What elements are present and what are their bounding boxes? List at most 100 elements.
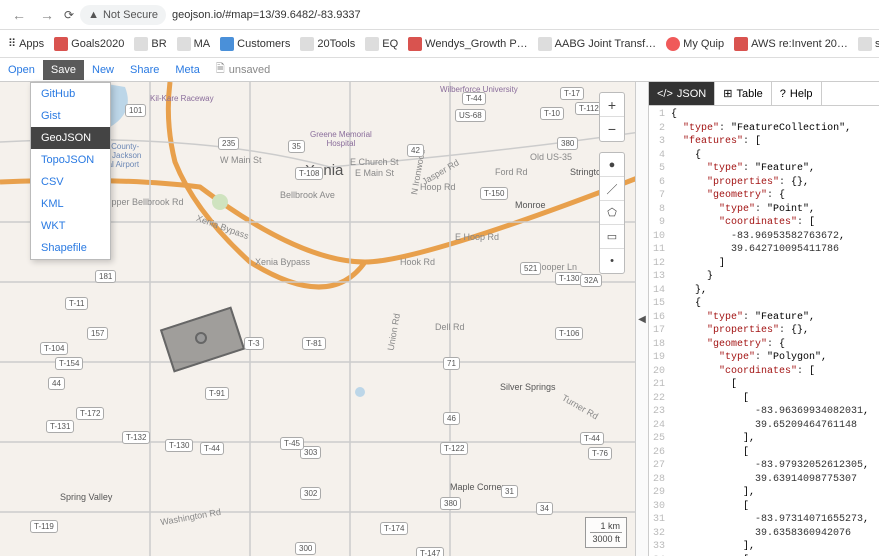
route-shield: T-44 — [580, 432, 604, 445]
road-label: Upper Bellbrook Rd — [105, 197, 184, 207]
route-shield: T-44 — [200, 442, 224, 455]
route-shield: T-76 — [588, 447, 612, 460]
bookmark-item[interactable]: BR — [134, 37, 166, 51]
route-shield: T-132 — [122, 431, 150, 444]
bookmarks-bar: ⠿Apps Goals2020 BR MA Customers 20Tools … — [0, 30, 879, 58]
folder-icon — [220, 37, 234, 51]
route-shield: T-104 — [40, 342, 68, 355]
save-kml[interactable]: KML — [31, 193, 110, 215]
panel-divider[interactable]: ◀ — [635, 82, 649, 556]
tab-json[interactable]: </>JSON — [649, 82, 715, 105]
save-gist[interactable]: Gist — [31, 105, 110, 127]
route-shield: 101 — [125, 104, 146, 117]
draw-line-button[interactable]: ／ — [600, 177, 624, 201]
save-shapefile[interactable]: Shapefile — [31, 237, 110, 259]
draw-point-button[interactable]: • — [600, 249, 624, 273]
meta-button[interactable]: Meta — [167, 60, 207, 80]
bookmark-item[interactable]: My Quip — [666, 37, 724, 51]
route-shield: T-106 — [555, 327, 583, 340]
road-label: Dell Rd — [435, 322, 465, 332]
route-shield: 44 — [48, 377, 65, 390]
folder-icon — [177, 37, 191, 51]
route-shield: 71 — [443, 357, 460, 370]
zoom-control: + − — [599, 92, 625, 142]
poi-hospital: Greene Memorial Hospital — [310, 130, 372, 148]
route-shield: T-10 — [540, 107, 564, 120]
share-menu[interactable]: Share — [122, 60, 167, 80]
route-shield: US-68 — [455, 109, 486, 122]
route-shield: 31 — [501, 485, 518, 498]
route-shield: 302 — [300, 487, 321, 500]
point-marker[interactable] — [195, 332, 207, 344]
route-shield: T-81 — [302, 337, 326, 350]
place-label: Silver Springs — [500, 382, 556, 392]
draw-control: ● ／ ⬠ ▭ • — [599, 152, 625, 274]
route-shield: 380 — [557, 137, 578, 150]
apps-icon: ⠿ — [8, 37, 16, 50]
save-menu[interactable]: Save — [43, 60, 84, 80]
bookmark-item[interactable]: Goals2020 — [54, 37, 124, 51]
bookmark-item[interactable]: MA — [177, 37, 211, 51]
route-shield: T-130 — [165, 439, 193, 452]
tab-table[interactable]: ⊞Table — [715, 82, 772, 105]
app-toolbar: Open Save New Share Meta 🗎 unsaved — [0, 58, 879, 82]
road-label: Cooper Ln — [535, 262, 577, 272]
folder-icon — [365, 37, 379, 51]
route-shield: T-154 — [55, 357, 83, 370]
save-wkt[interactable]: WKT — [31, 215, 110, 237]
apps-button[interactable]: ⠿Apps — [8, 37, 44, 50]
route-shield: T-3 — [244, 337, 264, 350]
bookmark-item[interactable]: Wendys_Growth P… — [408, 37, 528, 51]
tab-help[interactable]: ?Help — [772, 82, 822, 105]
save-geojson[interactable]: GeoJSON — [31, 127, 110, 149]
save-github[interactable]: GitHub — [31, 83, 110, 105]
bookmark-item[interactable]: Customers — [220, 37, 290, 51]
bookmark-item[interactable]: sa_ps60_template… — [858, 37, 879, 51]
draw-marker-button[interactable]: ● — [600, 153, 624, 177]
route-shield: 46 — [443, 412, 460, 425]
draw-rect-button[interactable]: ▭ — [600, 225, 624, 249]
security-text: Not Secure — [103, 9, 158, 21]
route-shield: 34 — [536, 502, 553, 515]
nav-back-icon[interactable]: ← — [8, 7, 30, 23]
poi-label: Kil-Kare Raceway — [150, 94, 214, 103]
bookmark-item[interactable]: AABG Joint Transf… — [538, 37, 656, 51]
save-csv[interactable]: CSV — [31, 171, 110, 193]
road-label: E Hoop Rd — [455, 232, 499, 242]
reload-icon[interactable]: ⟳ — [64, 8, 74, 22]
folder-icon — [300, 37, 314, 51]
open-menu[interactable]: Open — [0, 60, 43, 80]
route-shield: 300 — [295, 542, 316, 555]
zoom-out-button[interactable]: − — [600, 117, 624, 141]
draw-polygon-button[interactable]: ⬠ — [600, 201, 624, 225]
folder-icon — [408, 37, 422, 51]
security-badge[interactable]: ▲ Not Secure — [80, 5, 166, 25]
url-text[interactable]: geojson.io/#map=13/39.6482/-83.9337 — [172, 9, 361, 21]
route-shield: 380 — [440, 497, 461, 510]
route-shield: 181 — [95, 270, 116, 283]
code-editor[interactable]: 1{2 "type": "FeatureCollection",3 "featu… — [649, 106, 879, 556]
nav-forward-icon[interactable]: → — [36, 7, 58, 23]
route-shield: 35 — [288, 140, 305, 153]
route-shield: 521 — [520, 262, 541, 275]
bookmark-item[interactable]: AWS re:Invent 20… — [734, 37, 848, 51]
warning-icon: ▲ — [88, 9, 99, 21]
table-icon: ⊞ — [723, 87, 732, 100]
scale-control: 1 km 3000 ft — [585, 517, 627, 548]
new-button[interactable]: New — [84, 60, 122, 80]
zoom-in-button[interactable]: + — [600, 93, 624, 117]
road-label: Hook Rd — [400, 257, 435, 267]
document-icon: 🗎 — [216, 60, 225, 79]
route-shield: 42 — [407, 144, 424, 157]
sidebar: </>JSON ⊞Table ?Help 1{2 "type": "Featur… — [649, 82, 879, 556]
route-shield: T-131 — [46, 420, 74, 433]
place-label: Spring Valley — [60, 492, 112, 502]
route-shield: T-172 — [76, 407, 104, 420]
route-shield: T-91 — [205, 387, 229, 400]
bookmark-item[interactable]: 20Tools — [300, 37, 355, 51]
save-topojson[interactable]: TopoJSON — [31, 149, 110, 171]
road-label: W Main St — [220, 155, 262, 165]
bookmark-item[interactable]: EQ — [365, 37, 398, 51]
route-shield: T-147 — [416, 547, 444, 556]
sidebar-tabs: </>JSON ⊞Table ?Help — [649, 82, 879, 106]
